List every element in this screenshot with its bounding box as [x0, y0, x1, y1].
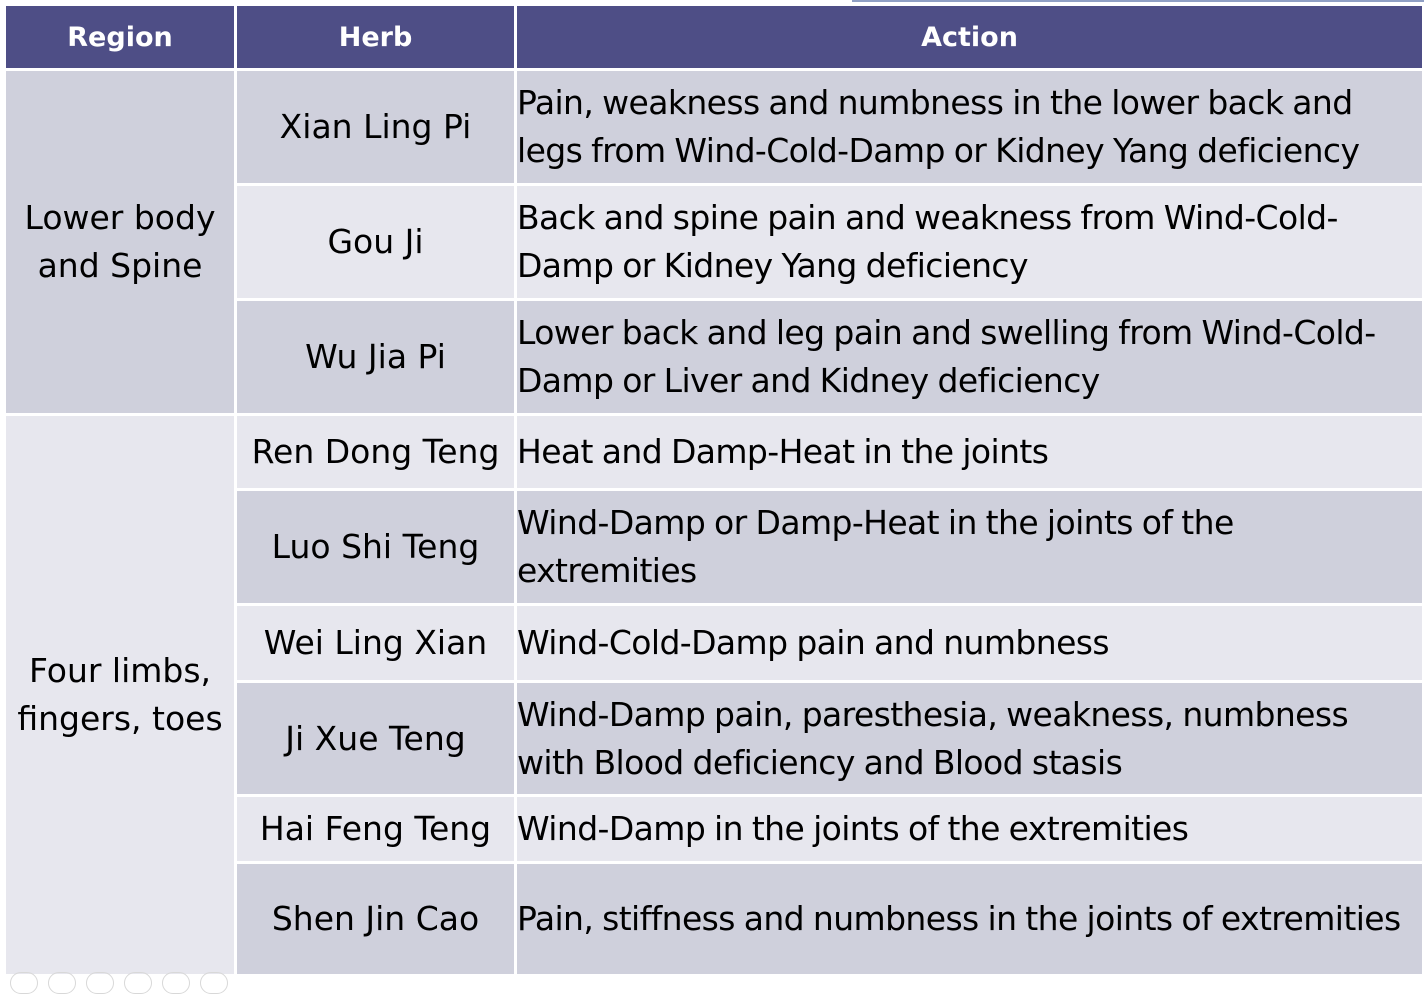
herb-cell: Hai Feng Teng: [234, 794, 517, 864]
action-cell: Wind-Damp pain, paresthesia, weakness, n…: [514, 680, 1424, 797]
table-row: Four limbs, fingers, toes Ren Dong Teng …: [3, 413, 1424, 977]
top-accent-line: [852, 0, 1424, 2]
header-row: Region Herb Action: [3, 3, 1424, 71]
nav-control-icon: [200, 972, 228, 994]
nav-control-icon: [10, 972, 38, 994]
table-row: Lower body and Spine Xian Ling Pi Pain, …: [3, 68, 1424, 416]
herb-cell: Ji Xue Teng: [234, 680, 517, 797]
herb-cell: Shen Jin Cao: [234, 861, 517, 977]
herb-cell: Wu Jia Pi: [234, 298, 517, 416]
action-cell: Back and spine pain and weakness from Wi…: [514, 183, 1424, 301]
action-cell: Wind-Cold-Damp pain and numbness: [514, 603, 1424, 683]
herb-table: Region Herb Action Lower body and Spine …: [3, 3, 1424, 977]
nav-control-icon: [124, 972, 152, 994]
action-cell: Pain, stiffness and numbness in the join…: [514, 861, 1424, 977]
header-herb: Herb: [234, 3, 517, 71]
action-cell: Wind-Damp in the joints of the extremiti…: [514, 794, 1424, 864]
action-cell: Wind-Damp or Damp-Heat in the joints of …: [514, 488, 1424, 606]
header-action: Action: [514, 3, 1424, 71]
herb-cell: Wei Ling Xian: [234, 603, 517, 683]
slide-nav-controls: [10, 972, 228, 994]
nav-control-icon: [86, 972, 114, 994]
region-cell-four-limbs: Four limbs, fingers, toes: [3, 413, 237, 977]
region-cell-lower-body: Lower body and Spine: [3, 68, 237, 416]
header-region: Region: [3, 3, 237, 71]
herb-cell: Luo Shi Teng: [234, 488, 517, 606]
herb-cell: Ren Dong Teng: [234, 413, 517, 491]
action-cell: Pain, weakness and numbness in the lower…: [514, 68, 1424, 186]
nav-control-icon: [162, 972, 190, 994]
herb-cell: Gou Ji: [234, 183, 517, 301]
action-cell: Heat and Damp-Heat in the joints: [514, 413, 1424, 491]
nav-control-icon: [48, 972, 76, 994]
herb-cell: Xian Ling Pi: [234, 68, 517, 186]
action-cell: Lower back and leg pain and swelling fro…: [514, 298, 1424, 416]
